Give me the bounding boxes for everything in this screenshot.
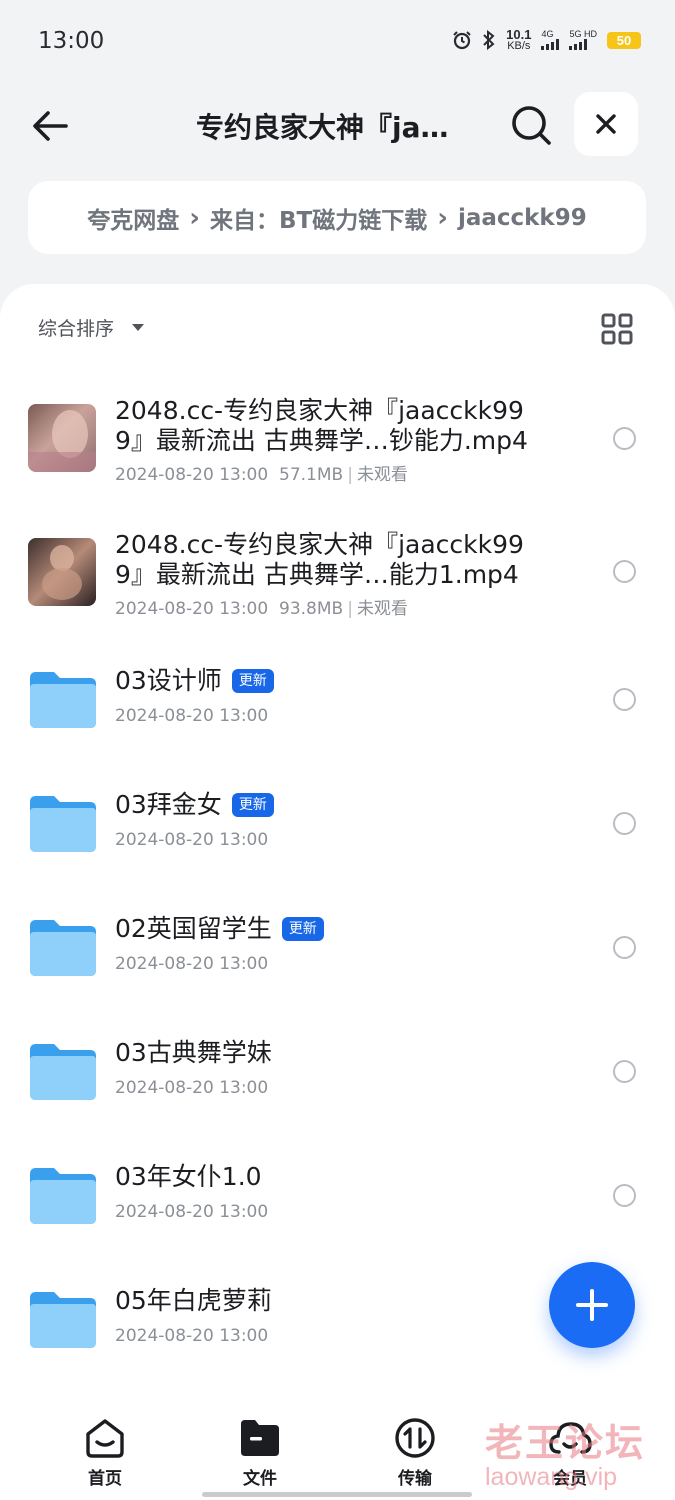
select-radio[interactable]	[613, 1184, 636, 1207]
nav-label: 传输	[398, 1469, 432, 1489]
folder-date: 2024-08-20 13:00	[115, 706, 269, 726]
add-button[interactable]	[549, 1262, 635, 1348]
file-name: 2048.cc-专约良家大神『jaacckk99 9』最新流出 古典舞学…钞能力…	[115, 396, 528, 455]
file-name: 2048.cc-专约良家大神『jaacckk99 9』最新流出 古典舞学…能力1…	[115, 530, 524, 589]
folder-icon	[30, 1044, 96, 1100]
grid-view-icon[interactable]	[600, 312, 634, 346]
folder-icon	[241, 1420, 279, 1456]
file-meta: 2024-08-20 13:00 57.1MB | 未观看	[115, 465, 408, 485]
search-icon[interactable]	[508, 102, 554, 148]
update-badge: 更新	[231, 793, 274, 817]
breadcrumb-item-source[interactable]: 来自：BT磁力链下载	[210, 201, 427, 235]
select-radio[interactable]	[613, 560, 636, 583]
chevron-right-icon: ›	[437, 202, 448, 233]
folder-row[interactable]: 03年女仆1.0 2024-08-20 13:00	[0, 1144, 675, 1260]
file-meta: 2024-08-20 13:00 93.8MB | 未观看	[115, 599, 408, 619]
home-indicator	[202, 1492, 472, 1497]
status-time: 13:00	[38, 28, 105, 54]
folder-row[interactable]: 03拜金女 更新 2024-08-20 13:00	[0, 772, 675, 888]
folder-date: 2024-08-20 13:00	[115, 1078, 269, 1098]
select-radio[interactable]	[613, 812, 636, 835]
title-bar: 专约良家大神『ja…	[0, 84, 675, 164]
folder-name: 03拜金女 更新	[115, 790, 555, 820]
folder-date: 2024-08-20 13:00	[115, 1202, 269, 1222]
update-badge: 更新	[281, 917, 324, 941]
status-bar: 13:00 10.1 KB/s 4G 5G HD 50	[0, 0, 675, 84]
watermark: 老王论坛 laowang.vip	[485, 1420, 646, 1491]
alarm-icon	[453, 31, 471, 50]
folder-icon	[30, 672, 96, 728]
folder-name: 03年女仆1.0	[115, 1162, 262, 1191]
folder-name: 02英国留学生 更新	[115, 914, 555, 944]
video-thumbnail-image	[28, 410, 96, 472]
breadcrumb-item-root[interactable]: 夸克网盘	[87, 201, 179, 235]
bluetooth-icon	[483, 30, 495, 50]
close-icon	[596, 114, 616, 134]
sort-dropdown[interactable]: 综合排序	[38, 314, 145, 341]
folder-icon	[30, 1292, 96, 1348]
battery-indicator: 50	[607, 31, 641, 49]
nav-item-files[interactable]: 文件	[205, 1416, 315, 1489]
back-arrow-icon[interactable]	[28, 104, 72, 148]
nav-item-home[interactable]: 首页	[50, 1416, 160, 1489]
folder-date: 2024-08-20 13:00	[115, 830, 269, 850]
signal-5g: 5G HD	[569, 30, 597, 50]
file-row[interactable]: 2048.cc-专约良家大神『jaacckk99 9』最新流出 古典舞学…能力1…	[0, 514, 675, 630]
file-row[interactable]: 2048.cc-专约良家大神『jaacckk99 9』最新流出 古典舞学…钞能力…	[0, 380, 675, 496]
breadcrumb: 夸克网盘 › 来自：BT磁力链下载 › jaacckk99	[28, 181, 646, 254]
home-icon	[86, 1419, 124, 1458]
signal-bars-icon	[569, 39, 588, 50]
close-button[interactable]	[574, 92, 638, 156]
caret-down-icon	[132, 324, 145, 331]
folder-date: 2024-08-20 13:00	[115, 954, 269, 974]
nav-label: 首页	[88, 1469, 122, 1489]
chevron-right-icon: ›	[189, 202, 200, 233]
select-radio[interactable]	[613, 688, 636, 711]
folder-name: 03古典舞学妹	[115, 1038, 272, 1067]
folder-icon	[30, 920, 96, 976]
folder-icon	[30, 1168, 96, 1224]
transfer-icon	[395, 1418, 435, 1458]
signal-bars-icon	[541, 39, 560, 50]
nav-item-transfer[interactable]: 传输	[360, 1416, 470, 1489]
folder-name: 05年白虎萝莉	[115, 1286, 272, 1315]
select-radio[interactable]	[613, 1060, 636, 1083]
sort-label: 综合排序	[38, 318, 115, 340]
status-indicators: 10.1 KB/s 4G 5G HD 50	[452, 28, 641, 52]
video-thumbnail	[28, 404, 96, 472]
network-speed: 10.1 KB/s	[506, 27, 532, 52]
folder-name: 03设计师 更新	[115, 666, 555, 696]
nav-label: 文件	[243, 1469, 277, 1489]
folder-date: 2024-08-20 13:00	[115, 1326, 269, 1346]
folder-row[interactable]: 02英国留学生 更新 2024-08-20 13:00	[0, 896, 675, 1012]
signal-4g: 4G	[541, 30, 560, 50]
select-radio[interactable]	[613, 427, 636, 450]
folder-row[interactable]: 03古典舞学妹 2024-08-20 13:00	[0, 1020, 675, 1136]
video-thumbnail-image	[42, 545, 82, 600]
plus-icon	[576, 1289, 608, 1321]
video-thumbnail	[28, 538, 96, 606]
folder-icon	[30, 796, 96, 852]
page-title: 专约良家大神『ja…	[196, 111, 449, 144]
breadcrumb-item-current[interactable]: jaacckk99	[458, 205, 587, 231]
folder-row[interactable]: 03设计师 更新 2024-08-20 13:00	[0, 648, 675, 764]
select-radio[interactable]	[613, 936, 636, 959]
update-badge: 更新	[231, 669, 274, 693]
